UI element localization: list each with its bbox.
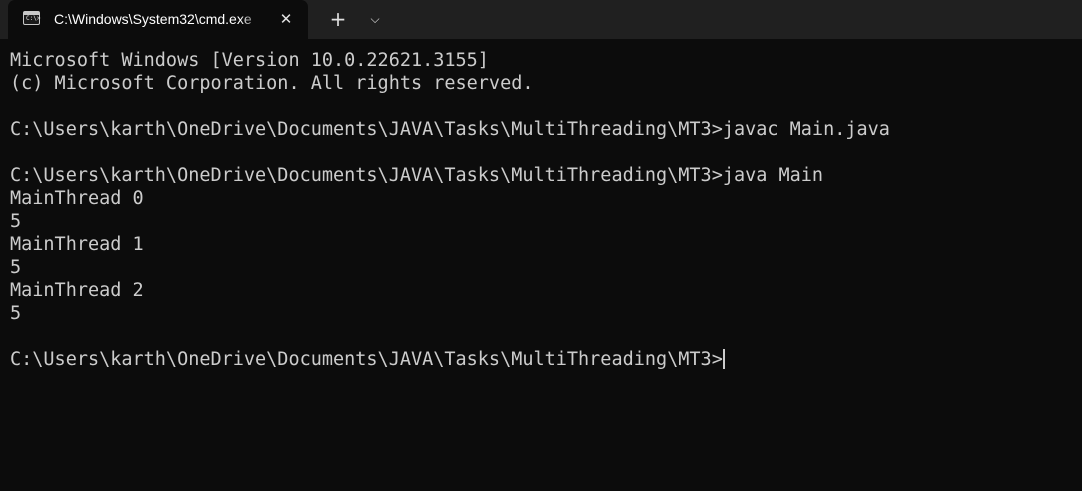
tab-title-fade bbox=[240, 0, 264, 39]
terminal-output[interactable]: Microsoft Windows [Version 10.0.22621.31… bbox=[0, 39, 1082, 491]
close-tab-icon[interactable]: ✕ bbox=[274, 7, 298, 31]
terminal-line: MainThread 1 bbox=[10, 234, 144, 255]
terminal-line: MainThread 2 bbox=[10, 280, 144, 301]
tab-title: C:\Windows\System32\cmd.exe bbox=[54, 11, 252, 27]
title-bar: C:\> C:\Windows\System32\cmd.exe ✕ + ⌵ bbox=[0, 0, 1082, 39]
terminal-line: C:\Users\karth\OneDrive\Documents\JAVA\T… bbox=[10, 165, 824, 186]
text-cursor bbox=[722, 349, 725, 369]
terminal-line: (c) Microsoft Corporation. All rights re… bbox=[10, 73, 534, 94]
prompt-text: C:\Users\karth\OneDrive\Documents\JAVA\T… bbox=[10, 349, 723, 370]
terminal-line: 5 bbox=[10, 211, 22, 232]
terminal-line: MainThread 0 bbox=[10, 188, 144, 209]
terminal-line: Microsoft Windows [Version 10.0.22621.31… bbox=[10, 50, 489, 71]
chevron-down-icon[interactable]: ⌵ bbox=[361, 5, 389, 33]
terminal-line: 5 bbox=[10, 257, 22, 278]
terminal-line: 5 bbox=[10, 303, 22, 324]
cmd-icon: C:\> bbox=[23, 11, 40, 25]
new-tab-button[interactable]: + bbox=[323, 5, 353, 33]
terminal-line: C:\Users\karth\OneDrive\Documents\JAVA\T… bbox=[10, 119, 890, 140]
prompt-line[interactable]: C:\Users\karth\OneDrive\Documents\JAVA\T… bbox=[10, 348, 1082, 371]
tab-cmd[interactable]: C:\> C:\Windows\System32\cmd.exe ✕ bbox=[8, 0, 308, 39]
cmd-icon-prompt: C:\> bbox=[26, 15, 41, 22]
